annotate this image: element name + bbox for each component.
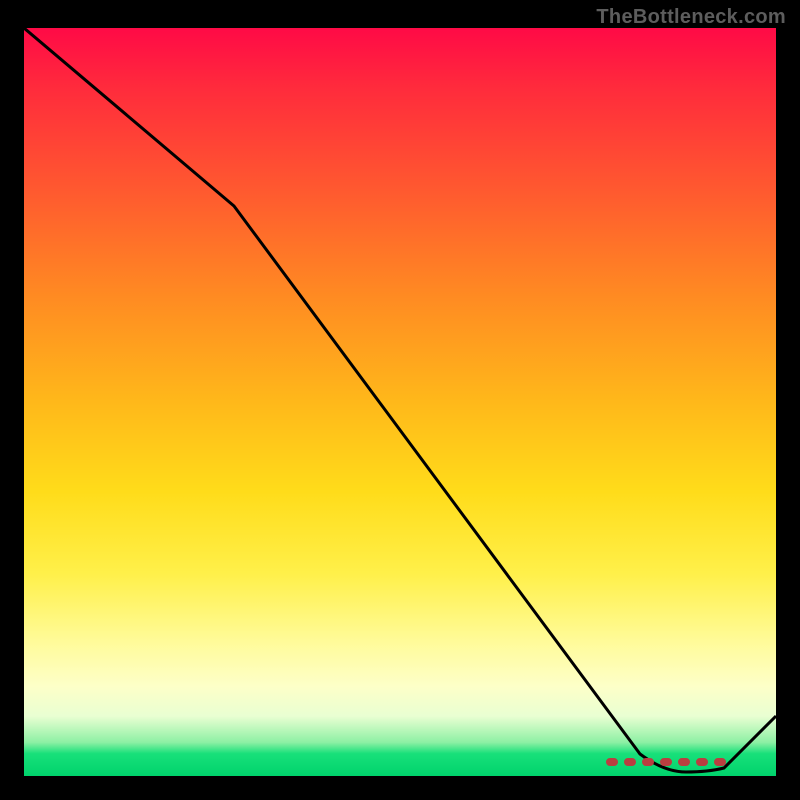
chart-stage: TheBottleneck.com <box>0 0 800 800</box>
watermark-label: TheBottleneck.com <box>596 6 786 29</box>
plot-frame <box>24 28 776 776</box>
chart-svg <box>24 28 776 776</box>
plot-area <box>24 28 776 776</box>
bottleneck-curve <box>24 28 776 772</box>
